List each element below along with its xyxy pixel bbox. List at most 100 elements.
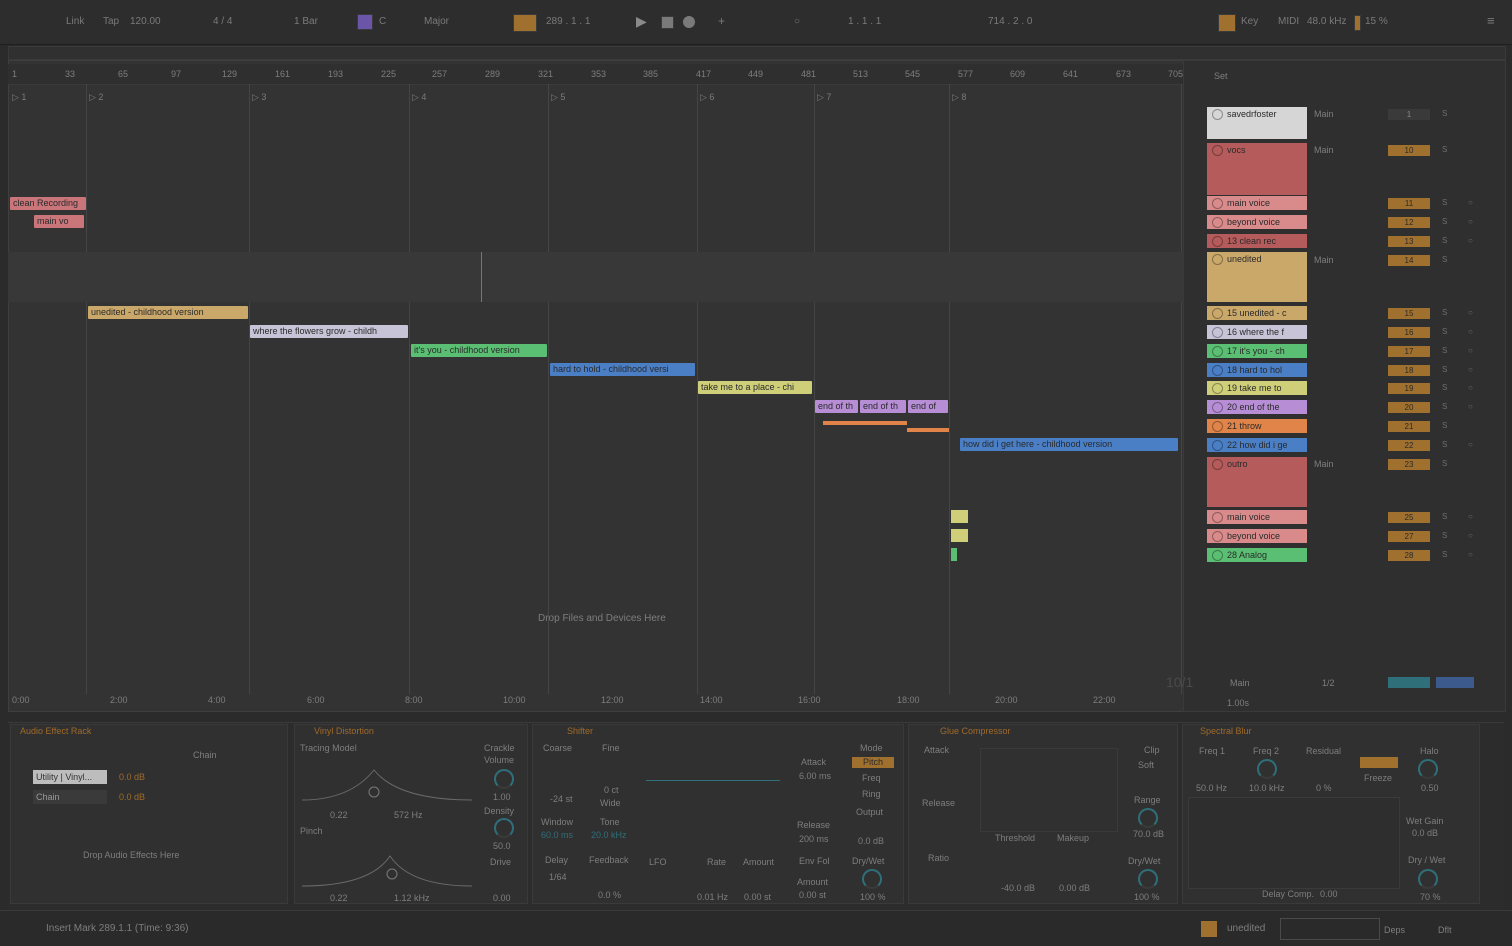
group-track-header[interactable]: outro xyxy=(1207,457,1307,507)
param-value[interactable]: 0.22 xyxy=(330,893,348,903)
track-header[interactable]: savedrfoster xyxy=(1207,107,1307,139)
locator-marker[interactable]: ▷ 8 xyxy=(952,92,966,103)
mode-freq-button[interactable]: Freq xyxy=(862,773,881,783)
track-fold-icon[interactable] xyxy=(1212,109,1223,120)
key-map-button[interactable]: Key xyxy=(1241,16,1258,27)
param-value[interactable]: -24 st xyxy=(550,794,573,804)
master-track-name[interactable]: Main xyxy=(1230,678,1250,688)
param-value[interactable]: 0.00 xyxy=(1320,889,1338,899)
midi-map-button[interactable]: MIDI xyxy=(1278,16,1299,27)
param-value[interactable]: 50.0 Hz xyxy=(1196,783,1227,793)
master-volume[interactable] xyxy=(1388,677,1430,688)
track-number[interactable]: 16 xyxy=(1388,327,1430,338)
clip[interactable]: take me to a place - chi xyxy=(698,381,812,394)
clip[interactable]: clean Recording xyxy=(10,197,86,210)
arm-icon[interactable]: ○ xyxy=(1468,327,1473,336)
dry-wet-knob[interactable] xyxy=(1138,869,1158,889)
add-icon[interactable]: + xyxy=(718,14,725,28)
link-button[interactable]: Link xyxy=(66,16,84,27)
param-value[interactable]: 0.0 % xyxy=(598,890,621,900)
track-number[interactable]: 10 xyxy=(1388,145,1430,156)
param-value[interactable]: 100 % xyxy=(1134,892,1160,902)
track-activate-icon[interactable] xyxy=(1212,550,1223,561)
param-value[interactable]: -40.0 dB xyxy=(1001,883,1035,893)
track-number[interactable]: 23 xyxy=(1388,459,1430,470)
track-activate-icon[interactable] xyxy=(1212,217,1223,228)
locator-marker[interactable]: ▷ 1 xyxy=(12,92,26,103)
menu-icon[interactable]: ≡ xyxy=(1487,13,1495,28)
device-title[interactable]: Shifter xyxy=(567,726,593,738)
track-number[interactable]: 11 xyxy=(1388,198,1430,209)
track-fold-icon[interactable] xyxy=(1212,459,1223,470)
clip[interactable]: it's you - childhood version xyxy=(411,344,547,357)
loop-start-field[interactable]: 1 . 1 . 1 xyxy=(848,16,881,27)
stop-icon[interactable] xyxy=(661,16,674,29)
device-title[interactable]: Glue Compressor xyxy=(940,726,1011,738)
arm-icon[interactable]: ○ xyxy=(1468,512,1473,521)
param-value[interactable]: 0.22 xyxy=(330,810,348,820)
beat-ruler[interactable]: 1 33 65 97 129 161 193 225 257 289 321 3… xyxy=(8,64,1183,85)
loop-icon[interactable]: ○ xyxy=(794,16,800,27)
clip[interactable]: main vo xyxy=(34,215,84,228)
chain-volume[interactable]: 0.0 dB xyxy=(119,772,145,782)
param-value[interactable]: 60.0 ms xyxy=(541,830,573,840)
scale-mode-icon[interactable] xyxy=(357,14,373,30)
locator-marker[interactable]: ▷ 5 xyxy=(551,92,565,103)
song-position-field[interactable]: 289 . 1 . 1 xyxy=(546,16,590,27)
track-activate-icon[interactable] xyxy=(1212,327,1223,338)
param-value[interactable]: 70 % xyxy=(1420,892,1441,902)
clip-small[interactable] xyxy=(951,529,968,542)
master-routing[interactable]: 1/2 xyxy=(1322,678,1335,688)
dflt-button[interactable]: Dflt xyxy=(1438,925,1452,935)
dry-wet-knob[interactable] xyxy=(862,869,882,889)
track-header[interactable]: 17 it's you - ch xyxy=(1207,344,1307,358)
freq2-knob[interactable] xyxy=(1257,759,1277,779)
arm-icon[interactable]: ○ xyxy=(1468,365,1473,374)
output-routing[interactable]: Main xyxy=(1314,255,1334,265)
param-value[interactable]: 0.00 st xyxy=(799,890,826,900)
arm-icon[interactable]: ○ xyxy=(1468,402,1473,411)
key-dropdown[interactable]: C xyxy=(379,16,386,27)
arm-icon[interactable]: ○ xyxy=(1468,383,1473,392)
solo-button[interactable]: S xyxy=(1442,217,1447,226)
solo-button[interactable]: S xyxy=(1442,365,1447,374)
track-activate-icon[interactable] xyxy=(1212,383,1223,394)
tempo-field[interactable]: 120.00 xyxy=(130,16,161,27)
clip-small[interactable] xyxy=(951,510,968,523)
solo-button[interactable]: S xyxy=(1442,145,1447,154)
clip[interactable]: where the flowers grow - childh xyxy=(250,325,408,338)
param-value[interactable]: 0.0 dB xyxy=(858,836,884,846)
mode-pitch-button[interactable]: Pitch xyxy=(852,757,894,768)
solo-button[interactable]: S xyxy=(1442,421,1447,430)
arm-icon[interactable]: ○ xyxy=(1468,440,1473,449)
range-knob[interactable] xyxy=(1138,808,1158,828)
track-activate-icon[interactable] xyxy=(1212,198,1223,209)
solo-button[interactable]: S xyxy=(1442,255,1447,264)
selected-track-lane[interactable] xyxy=(8,252,1183,302)
master-delay[interactable]: 1.00s xyxy=(1227,698,1249,708)
track-number[interactable]: 27 xyxy=(1388,531,1430,542)
arm-icon[interactable]: ○ xyxy=(1468,346,1473,355)
track-activate-icon[interactable] xyxy=(1212,402,1223,413)
device-title[interactable]: Spectral Blur xyxy=(1200,726,1252,738)
param-value[interactable]: 1.00 xyxy=(493,792,511,802)
clip[interactable]: end of xyxy=(908,400,948,413)
group-track-header[interactable]: unedited xyxy=(1207,252,1307,302)
track-number[interactable]: 13 xyxy=(1388,236,1430,247)
solo-button[interactable]: S xyxy=(1442,440,1447,449)
scale-dropdown[interactable]: Major xyxy=(424,16,449,27)
locator-marker[interactable]: ▷ 3 xyxy=(252,92,266,103)
clip-overview[interactable] xyxy=(1280,918,1380,940)
solo-button[interactable]: S xyxy=(1442,198,1447,207)
param-value[interactable]: 1.12 kHz xyxy=(394,893,430,903)
clip-soft-button[interactable]: Soft xyxy=(1138,760,1154,770)
clip[interactable]: hard to hold - childhood versi xyxy=(550,363,695,376)
track-fold-icon[interactable] xyxy=(1212,254,1223,265)
time-ruler[interactable]: 0:00 2:00 4:00 6:00 8:00 10:00 12:00 14:… xyxy=(8,692,1183,710)
param-value[interactable]: 0 % xyxy=(1316,783,1332,793)
track-number[interactable]: 12 xyxy=(1388,217,1430,228)
master-pan[interactable] xyxy=(1436,677,1474,688)
locator-marker[interactable]: ▷ 7 xyxy=(817,92,831,103)
solo-button[interactable]: S xyxy=(1442,383,1447,392)
track-activate-icon[interactable] xyxy=(1212,308,1223,319)
